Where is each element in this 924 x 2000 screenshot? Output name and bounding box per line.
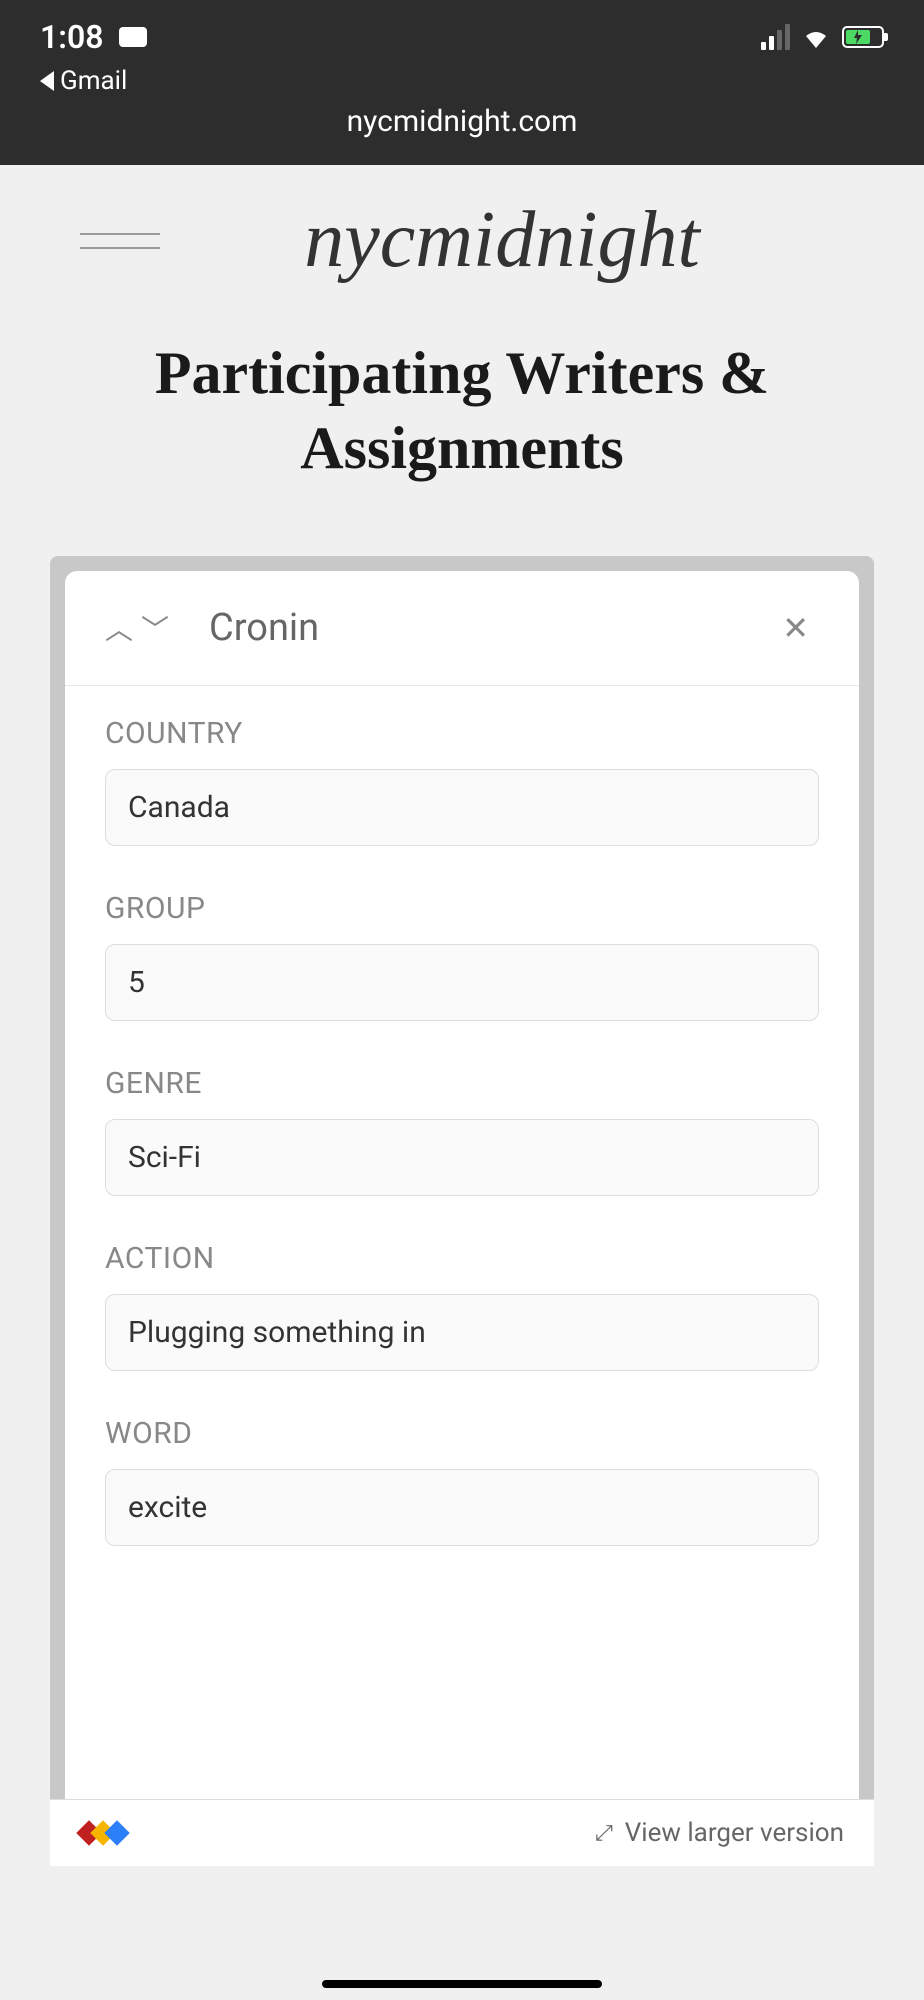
field-value[interactable]: excite <box>105 1469 819 1546</box>
page-title: Participating Writers & Assignments <box>0 286 924 526</box>
menu-icon[interactable] <box>80 233 160 249</box>
field-word: WORD excite <box>105 1416 819 1546</box>
field-label: GENRE <box>105 1066 819 1101</box>
status-left: 1:08 <box>40 18 147 56</box>
record-card: ︿ ﹀ Cronin ✕ COUNTRY Canada GROUP 5 GENR… <box>65 571 859 1851</box>
page-content: nycmidnight Participating Writers & Assi… <box>0 165 924 1866</box>
record-header: ︿ ﹀ Cronin ✕ <box>65 571 859 686</box>
cellular-signal-icon <box>761 24 790 50</box>
battery-icon <box>842 26 884 48</box>
wifi-icon <box>802 26 830 48</box>
field-value[interactable]: 5 <box>105 944 819 1021</box>
chevron-left-icon <box>40 71 54 91</box>
site-header: nycmidnight <box>0 195 924 286</box>
back-to-app[interactable]: Gmail <box>40 66 884 96</box>
view-larger-button[interactable]: ⤢ View larger version <box>595 1818 844 1848</box>
field-genre: GENRE Sci-Fi <box>105 1066 819 1196</box>
nav-arrows: ︿ ﹀ <box>105 608 169 648</box>
status-right <box>761 24 884 50</box>
field-label: ACTION <box>105 1241 819 1276</box>
chevron-up-icon[interactable]: ︿ <box>105 608 133 648</box>
record-name: Cronin <box>209 606 752 650</box>
status-top: 1:08 <box>40 0 884 56</box>
embed-container: ︿ ﹀ Cronin ✕ COUNTRY Canada GROUP 5 GENR… <box>50 556 874 1866</box>
browser-url[interactable]: nycmidnight.com <box>40 104 884 139</box>
chevron-down-icon[interactable]: ﹀ <box>141 608 169 648</box>
time: 1:08 <box>40 18 104 56</box>
field-group: GROUP 5 <box>105 891 819 1021</box>
view-larger-label: View larger version <box>625 1818 844 1848</box>
field-value[interactable]: Plugging something in <box>105 1294 819 1371</box>
field-label: GROUP <box>105 891 819 926</box>
back-app-label: Gmail <box>60 66 127 96</box>
record-body[interactable]: COUNTRY Canada GROUP 5 GENRE Sci-Fi ACTI… <box>65 686 859 1851</box>
field-value[interactable]: Canada <box>105 769 819 846</box>
field-label: WORD <box>105 1416 819 1451</box>
embed-footer: ⤢ View larger version <box>50 1799 874 1866</box>
status-bar: 1:08 Gmail nycmidnight.com <box>0 0 924 165</box>
home-indicator[interactable] <box>322 1980 602 1988</box>
alarm-icon <box>119 27 147 47</box>
field-action: ACTION Plugging something in <box>105 1241 819 1371</box>
site-logo[interactable]: nycmidnight <box>160 195 844 286</box>
field-value[interactable]: Sci-Fi <box>105 1119 819 1196</box>
field-label: COUNTRY <box>105 716 819 751</box>
close-icon[interactable]: ✕ <box>772 609 819 647</box>
field-country: COUNTRY Canada <box>105 716 819 846</box>
expand-icon: ⤢ <box>595 1821 613 1846</box>
airtable-logo-icon[interactable] <box>80 1824 126 1842</box>
